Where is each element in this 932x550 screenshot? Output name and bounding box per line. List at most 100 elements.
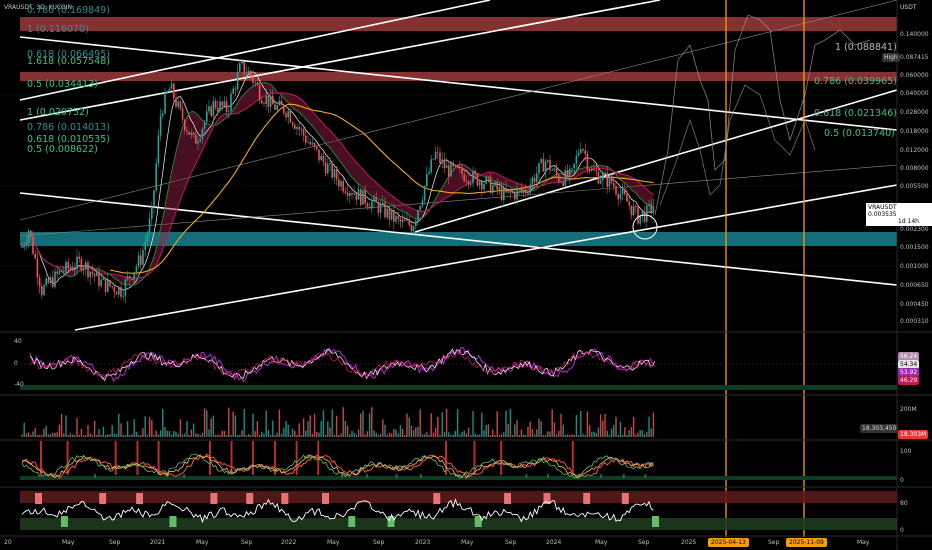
candle-body xyxy=(355,193,358,200)
volume-bar xyxy=(120,423,122,437)
volume-bar xyxy=(93,420,96,437)
volume-bar xyxy=(166,430,168,437)
volume-bar xyxy=(342,407,344,437)
volume-bar xyxy=(531,429,534,437)
price-tick: 0.000650 xyxy=(900,282,929,289)
candle-body xyxy=(157,135,160,164)
candle-body xyxy=(485,176,487,184)
volume-bar xyxy=(173,431,175,437)
volume-bar xyxy=(395,429,397,437)
stoch-overbought-band xyxy=(20,491,897,503)
candle-body xyxy=(382,202,384,204)
candle-body xyxy=(302,129,305,136)
candle-body xyxy=(571,168,573,169)
volume-bar xyxy=(428,434,430,437)
candle-body xyxy=(377,202,380,214)
candle-body xyxy=(569,168,571,178)
volume-bar xyxy=(507,423,509,437)
osc-signal-bar xyxy=(547,474,550,478)
candle-body xyxy=(173,83,175,99)
candle-body xyxy=(195,134,197,144)
volume-bar xyxy=(386,434,388,437)
volume-bar xyxy=(91,434,94,437)
candle-body xyxy=(102,278,105,280)
volume-bar xyxy=(371,407,373,437)
candle-body xyxy=(197,141,199,144)
candle-body xyxy=(52,277,54,287)
candle-body xyxy=(151,206,153,219)
stoch-signal-block xyxy=(348,516,356,527)
candle-body xyxy=(93,273,96,276)
volume-bar xyxy=(430,413,432,437)
candle-body xyxy=(441,159,443,163)
candle-body xyxy=(43,285,45,296)
volume-bar xyxy=(454,430,457,437)
volume-bar xyxy=(498,434,501,437)
candle-body xyxy=(588,169,591,171)
volume-bar xyxy=(434,428,437,437)
volume-bar xyxy=(555,434,558,437)
price-tick: 0.018000 xyxy=(900,128,929,135)
volume-bar xyxy=(67,434,69,437)
candle-body xyxy=(212,100,215,117)
volume-bar xyxy=(65,415,67,437)
candle-body xyxy=(553,168,556,171)
volume-bar xyxy=(595,432,597,437)
volume-bar xyxy=(142,428,144,437)
candle-body xyxy=(624,189,626,195)
candle-body xyxy=(175,98,177,107)
candle-body xyxy=(551,170,553,171)
volume-bar xyxy=(511,434,514,437)
candle-body xyxy=(393,209,395,222)
volume-bar xyxy=(599,414,602,437)
volume-bar xyxy=(305,430,307,437)
volume-bar xyxy=(234,415,237,437)
osc-signal-bar xyxy=(366,474,369,478)
volume-bar xyxy=(148,417,151,437)
volume-bar xyxy=(437,417,439,437)
fib-level-left: 0.786 (0.169849) xyxy=(27,5,110,16)
candle-body xyxy=(91,271,94,274)
volume-bar xyxy=(538,418,540,437)
candle-body xyxy=(489,176,492,194)
candle-body xyxy=(87,262,89,278)
candle-body xyxy=(245,73,248,75)
volume-bar xyxy=(34,428,36,437)
candle-body xyxy=(470,183,472,185)
candle-body xyxy=(65,261,67,272)
candle-body xyxy=(49,277,52,283)
candle-body xyxy=(595,170,597,172)
candle-body xyxy=(621,189,624,194)
time-tick: 2025 xyxy=(681,539,697,546)
chart-canvas[interactable] xyxy=(0,0,932,550)
date-marker-badge: 2025-04-13 xyxy=(708,538,749,547)
volume-bar xyxy=(624,427,626,437)
volume-bar xyxy=(256,421,259,437)
candle-body xyxy=(122,295,124,297)
candle-body xyxy=(399,218,402,223)
candle-body xyxy=(201,128,204,139)
volume-bar xyxy=(516,420,518,437)
volume-bar xyxy=(448,432,450,437)
candle-body xyxy=(129,276,131,279)
candle-body xyxy=(465,181,468,183)
candle-body xyxy=(635,206,637,208)
volume-bar xyxy=(643,434,646,437)
volume-bar xyxy=(496,411,498,437)
volume-bar xyxy=(195,433,197,437)
rsi-axis-top: 40 xyxy=(14,338,22,345)
candle-body xyxy=(467,181,470,185)
volume-bar xyxy=(135,431,138,437)
volume-bar xyxy=(452,434,454,437)
candle-body xyxy=(219,101,221,112)
volume-bar xyxy=(27,432,30,437)
candle-body xyxy=(38,277,41,287)
time-tick: May xyxy=(196,539,209,546)
volume-bar xyxy=(276,432,278,437)
candle-body xyxy=(472,171,474,184)
candle-body xyxy=(142,250,144,265)
candle-body xyxy=(25,242,28,246)
stoch-signal-block xyxy=(387,516,395,527)
candle-body xyxy=(540,158,542,163)
candle-body xyxy=(562,181,564,186)
